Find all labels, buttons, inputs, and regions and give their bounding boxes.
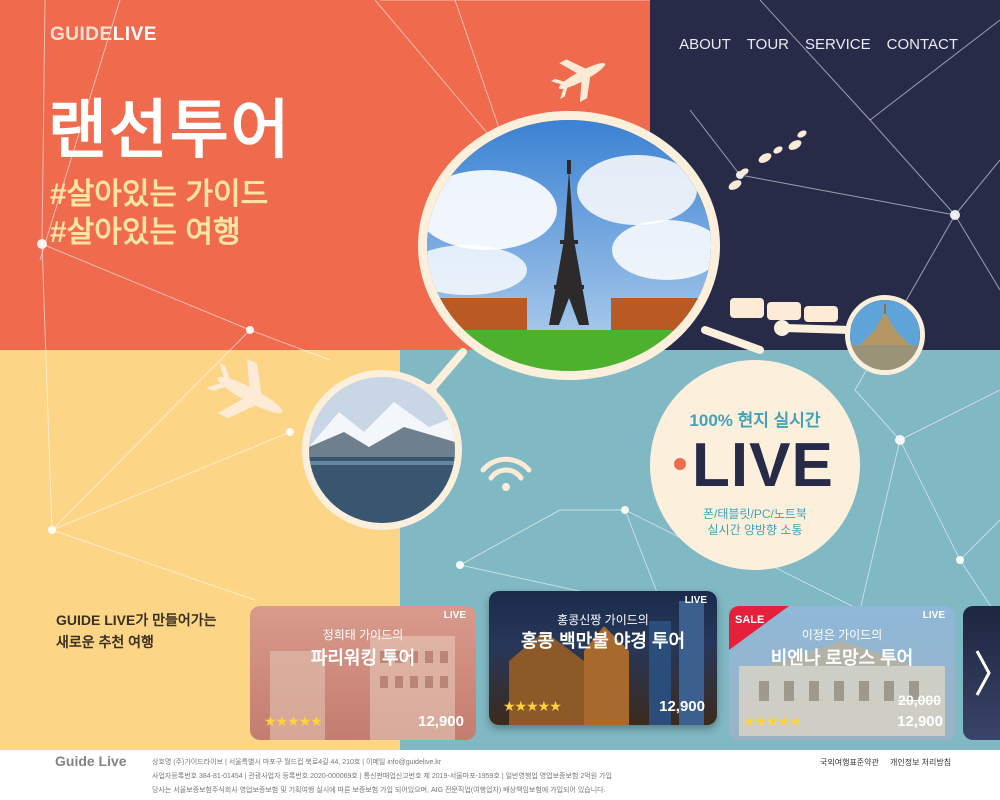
card-guide: 정희태 가이드의 [322, 628, 404, 642]
hero-tag-guide: #살아있는 가이드 [50, 178, 269, 211]
footsteps-icon [728, 130, 807, 190]
hero-tag-travel: #살아있는 여행 [50, 216, 241, 249]
card-title: 파리워킹 투어 [310, 648, 416, 668]
site-logo[interactable]: GUIDELIVE [50, 24, 157, 46]
live-badge-interaction: 실시간 양방향 소통 [707, 523, 803, 537]
footer-privacy-link[interactable]: 개인정보 처리방침 [890, 757, 951, 768]
card-price: 12,900 [659, 698, 705, 715]
recommend-text: GUIDE LIVE가 만들어가는 새로운 추천 여행 [56, 609, 217, 653]
card-rating: ★★★★★ [743, 713, 802, 729]
recommend-line-1: GUIDE LIVE가 만들어가는 [56, 612, 217, 628]
footer-registration-info: 사업자등록번호 384-81-01454 | 관광사업자 등록번호 2020-0… [152, 773, 612, 780]
card-guide: 홍콩신짱 가이드의 [557, 613, 649, 627]
hero-title: 랜선투어 [48, 94, 292, 166]
main-nav: ABOUT TOUR SERVICE CONTACT [679, 36, 958, 53]
tour-card-paris[interactable]: LIVE 정희태 가이드의 파리워킹 투어 ★★★★★ 12,900 [250, 606, 476, 740]
card-price: 12,900 [418, 713, 464, 730]
site-footer: Guide Live 상호명 (주)가이드라이브 | 서울특별시 마포구 월드컵… [0, 750, 1000, 800]
nav-service[interactable]: SERVICE [805, 36, 871, 53]
wifi-icon [480, 456, 532, 481]
train-icon [730, 298, 838, 322]
footer-company-info: 상호명 (주)가이드라이브 | 서울특별시 마포구 월드컵 북로4길 44, 2… [152, 759, 442, 766]
card-title: 비엔나 로망스 투어 [770, 648, 914, 668]
live-badge-subtext: 폰/태블릿/PC/노트북 실시간 양방향 소통 [650, 506, 860, 538]
card-title: 홍콩 백만불 야경 투어 [520, 631, 686, 651]
footer-logo: Guide Live [55, 753, 127, 769]
tour-card-vienna[interactable]: SALE LIVE 이정은 가이드의 비엔나 로망스 투어 ★★★★★ 20,0… [729, 606, 955, 740]
card-guide: 이정은 가이드의 [801, 628, 883, 642]
nav-contact[interactable]: CONTACT [887, 36, 958, 53]
card-live-label: LIVE [684, 595, 707, 606]
nav-about[interactable]: ABOUT [679, 36, 731, 53]
card-live-label: LIVE [443, 610, 466, 621]
mont-saint-michel-photo [845, 295, 925, 375]
card-price: 12,900 [897, 713, 943, 730]
paris-photo [418, 111, 720, 380]
airplane-icon [550, 59, 606, 102]
live-badge: 100% 현지 실시간 LIVE 폰/태블릿/PC/노트북 실시간 양방향 소통 [650, 360, 860, 570]
tour-card-hongkong[interactable]: LIVE 홍콩신짱 가이드의 홍콩 백만불 야경 투어 ★★★★★ 12,900 [489, 591, 717, 725]
sale-badge: SALE [735, 614, 765, 626]
card-rating: ★★★★★ [503, 698, 562, 714]
tour-card-next[interactable] [963, 606, 1000, 740]
nav-tour[interactable]: TOUR [747, 36, 789, 53]
footer-terms-link[interactable]: 국외여행표준약관 [820, 757, 879, 768]
mountain-lake-photo [302, 370, 462, 530]
chevron-right-icon[interactable] [963, 606, 1000, 740]
live-badge-word: LIVE [692, 431, 834, 500]
live-dot-icon [674, 458, 686, 470]
card-rating: ★★★★★ [264, 713, 323, 729]
card-live-label: LIVE [922, 610, 945, 621]
recommend-line-2: 새로운 추천 여행 [56, 634, 154, 650]
card-original-price: 20,000 [898, 692, 941, 708]
live-badge-headline: 100% 현지 실시간 [689, 411, 821, 430]
footer-insurance-info: 당사는 서울보증보험주식회사 영업보증보험 및 기획여행 실시에 따른 보증보험… [152, 787, 606, 794]
live-badge-devices: 폰/태블릿/PC/노트북 [703, 507, 807, 521]
airplane-icon [206, 358, 283, 419]
